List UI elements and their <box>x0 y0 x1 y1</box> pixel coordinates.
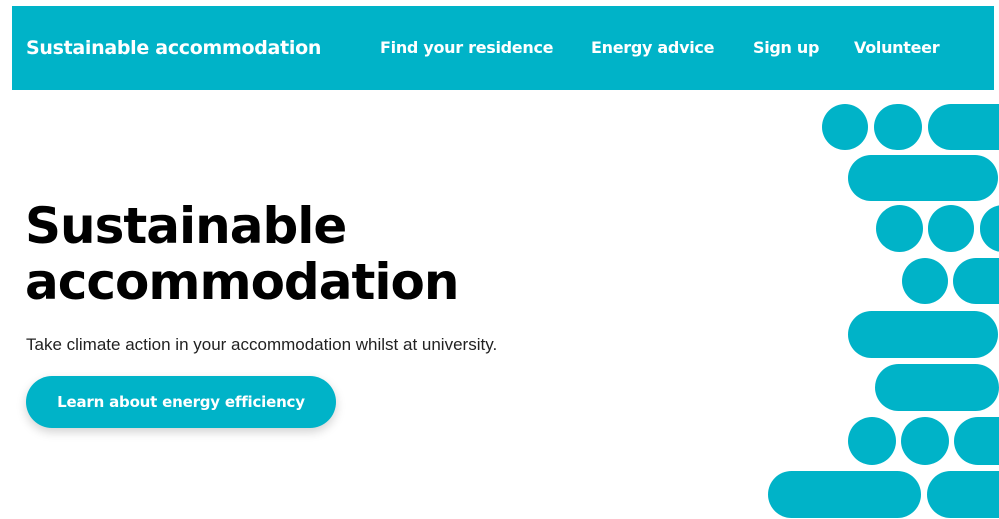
decorative-pill <box>954 417 999 465</box>
decorative-pill <box>927 471 999 518</box>
hero-title-line-2: accommodation <box>25 253 459 311</box>
decorative-pill <box>928 104 999 150</box>
decorative-pill <box>902 258 948 304</box>
decorative-pill <box>874 104 922 150</box>
hero-subtitle: Take climate action in your accommodatio… <box>26 335 498 354</box>
decorative-pill <box>768 471 921 518</box>
decorative-pill <box>980 205 999 252</box>
decorative-pill <box>875 364 999 411</box>
decorative-pill <box>848 417 896 465</box>
nav-link-energy-advice[interactable]: Energy advice <box>591 6 714 90</box>
learn-energy-efficiency-button[interactable]: Learn about energy efficiency <box>26 376 336 428</box>
nav-link-find-your-residence[interactable]: Find your residence <box>380 6 553 90</box>
top-navbar: Sustainable accommodation Find your resi… <box>12 6 994 90</box>
decorative-pill <box>901 417 949 465</box>
decorative-pill <box>848 311 998 358</box>
decorative-pill <box>822 104 868 150</box>
decorative-pill <box>876 205 923 252</box>
nav-link-volunteer[interactable]: Volunteer <box>854 6 940 90</box>
nav-brand-link[interactable]: Sustainable accommodation <box>26 6 321 90</box>
decorative-pill <box>953 258 999 304</box>
hero-title: Sustainable accommodation <box>25 198 545 310</box>
hero-title-line-1: Sustainable <box>25 197 347 255</box>
decorative-pill <box>848 155 998 201</box>
nav-link-sign-up[interactable]: Sign up <box>753 6 819 90</box>
decorative-pill <box>928 205 974 252</box>
